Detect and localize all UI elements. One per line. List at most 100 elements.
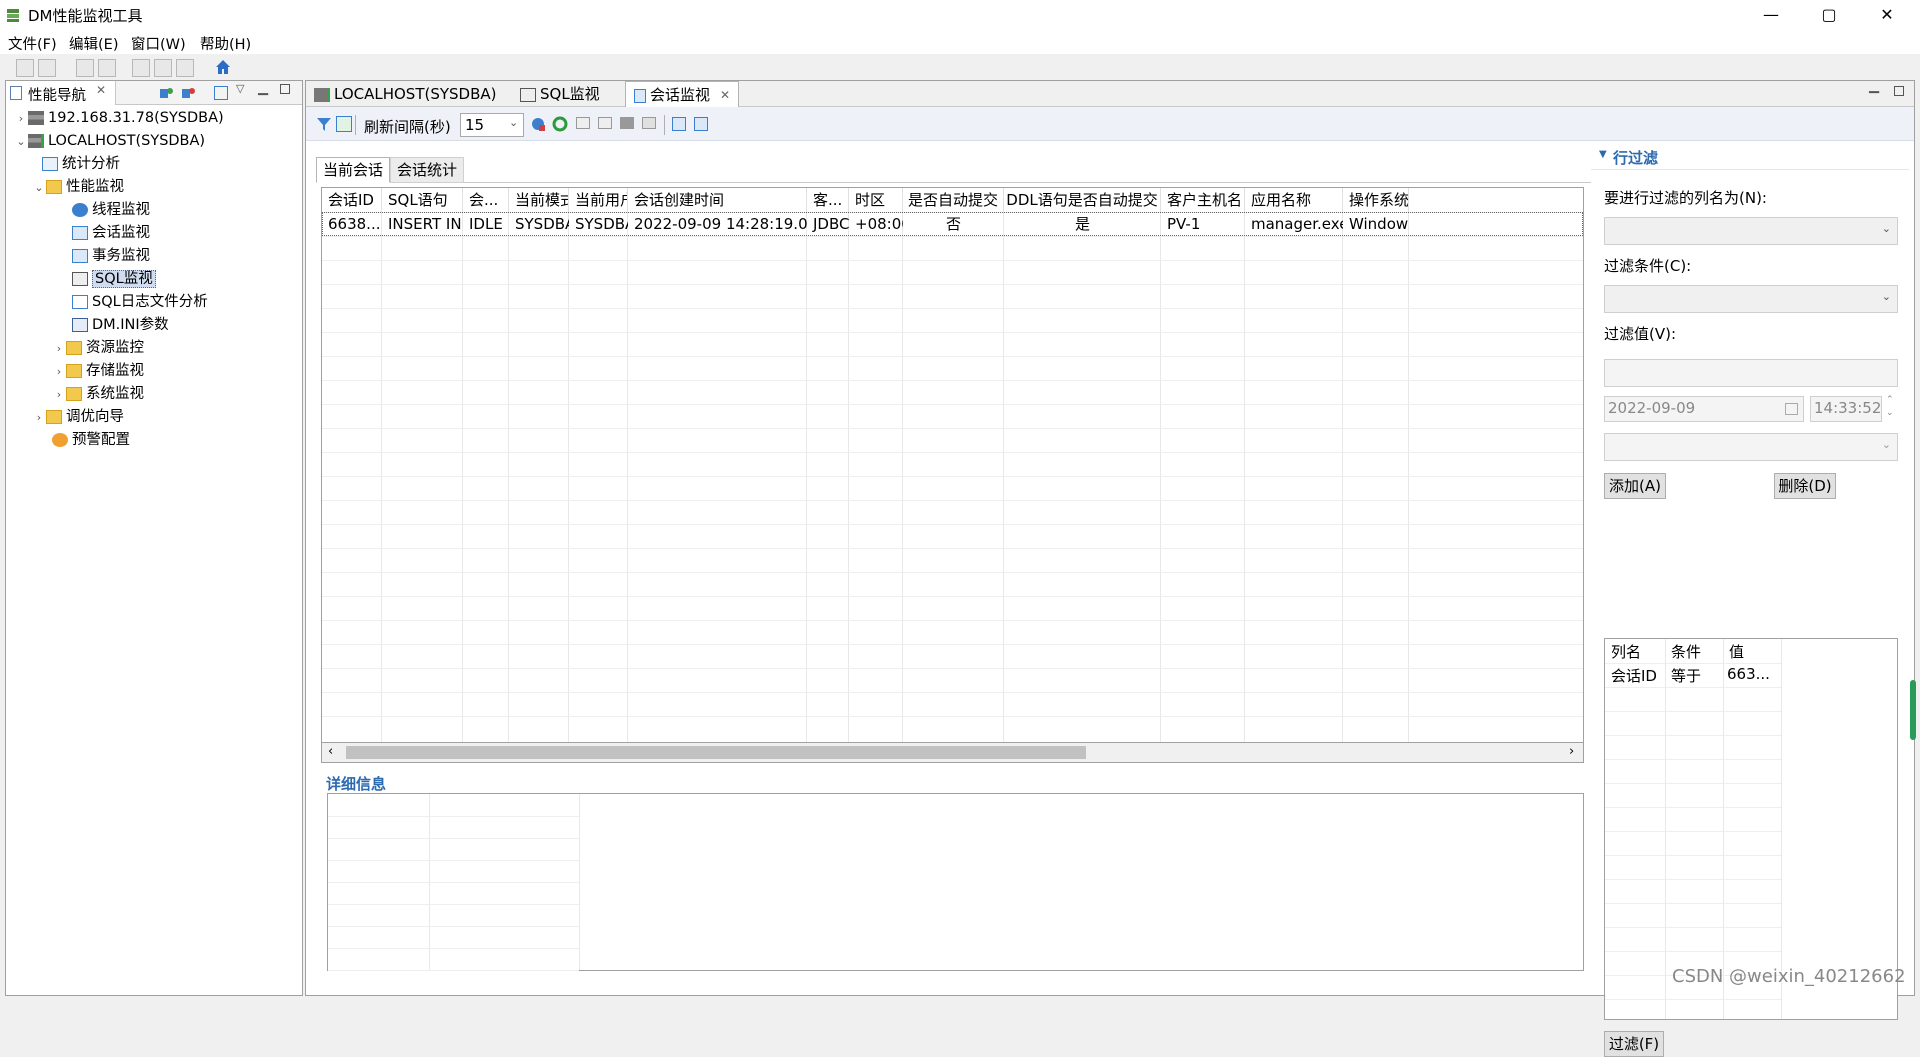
- column-header[interactable]: 是否自动提交: [903, 188, 1004, 212]
- tab-session-monitor[interactable]: 会话监视 ✕: [625, 81, 739, 107]
- tree-item-sql-log-analysis[interactable]: SQL日志文件分析: [72, 291, 208, 314]
- column-header[interactable]: 操作系统: [1343, 188, 1409, 212]
- chevron-right-icon[interactable]: ›: [52, 337, 66, 360]
- nav-tabbar: 性能导航 ✕ ▽ ▁: [6, 81, 302, 105]
- column-header[interactable]: DDL语句是否自动提交: [1004, 188, 1161, 212]
- refresh-interval-label: 刷新间隔(秒): [364, 118, 451, 136]
- save-all-icon[interactable]: [38, 59, 56, 77]
- column-header[interactable]: 应用名称: [1245, 188, 1343, 212]
- column-header[interactable]: 会话创建时间: [628, 188, 807, 212]
- tree-item-alert-config[interactable]: 预警配置: [52, 429, 130, 452]
- export-all-icon[interactable]: [694, 117, 708, 131]
- tree-item-localhost[interactable]: ⌄ LOCALHOST(SYSDBA): [14, 130, 205, 153]
- menu-edit[interactable]: 编辑(E): [69, 33, 118, 54]
- menu-file[interactable]: 文件(F): [8, 33, 57, 54]
- column-header[interactable]: 会话ID: [322, 188, 382, 212]
- calendar-icon[interactable]: [1785, 403, 1798, 415]
- home-icon[interactable]: [214, 58, 232, 76]
- maximize-view-icon[interactable]: [1894, 86, 1904, 96]
- value-input[interactable]: [1604, 359, 1898, 387]
- refresh-interval-select[interactable]: 15 ⌄: [460, 113, 524, 137]
- chevron-right-icon[interactable]: ›: [52, 360, 66, 383]
- paste-icon[interactable]: [176, 59, 194, 77]
- tab-localhost[interactable]: LOCALHOST(SYSDBA): [306, 81, 512, 107]
- tree-item-performance-monitor[interactable]: ⌄ 性能监视: [32, 176, 124, 199]
- connect-icon[interactable]: [158, 86, 174, 100]
- minimize-view-icon[interactable]: ▁: [258, 81, 268, 96]
- time-picker[interactable]: 14:33:52: [1810, 396, 1882, 422]
- column-header[interactable]: 时区: [849, 188, 903, 212]
- tree-item-thread-monitor[interactable]: 线程监视: [72, 199, 150, 222]
- column-select[interactable]: ⌄: [1604, 217, 1898, 245]
- cut-icon[interactable]: [132, 59, 150, 77]
- chevron-right-icon[interactable]: ›: [52, 383, 66, 406]
- redo-icon[interactable]: [98, 59, 116, 77]
- scroll-left-icon[interactable]: ‹: [328, 744, 333, 759]
- close-icon[interactable]: ✕: [720, 82, 730, 108]
- checklist-icon[interactable]: [336, 116, 352, 132]
- delete-button[interactable]: 删除(D): [1774, 473, 1836, 499]
- menu-window[interactable]: 窗口(W): [131, 33, 186, 54]
- disconnect-icon[interactable]: [180, 86, 196, 100]
- column-header[interactable]: 客户主机名: [1161, 188, 1245, 212]
- table-icon[interactable]: [642, 117, 656, 129]
- tab-sql-monitor[interactable]: SQL监视: [512, 81, 612, 107]
- refresh-icon[interactable]: [552, 116, 568, 132]
- column-header[interactable]: 会...: [463, 188, 509, 212]
- edit-icon[interactable]: [214, 86, 228, 100]
- chevron-right-icon[interactable]: ›: [14, 107, 28, 130]
- tab-performance-nav[interactable]: 性能导航 ✕: [6, 81, 116, 105]
- time-spinner-icon[interactable]: ⌃ ⌄: [1886, 394, 1894, 420]
- tree-item-storage-monitor[interactable]: › 存储监视: [52, 360, 144, 383]
- time-value: 14:33:52: [1814, 399, 1882, 417]
- tree-item-statistics[interactable]: 统计分析: [42, 153, 120, 176]
- column-header[interactable]: 当前用户: [569, 188, 628, 212]
- tree-item-system-monitor[interactable]: › 系统监视: [52, 383, 144, 406]
- export-icon[interactable]: [672, 117, 686, 131]
- stop-refresh-icon[interactable]: [530, 116, 546, 132]
- tree-item-transaction-monitor[interactable]: 事务监视: [72, 245, 150, 268]
- tree-item-tuning-wizard[interactable]: › 调优向导: [32, 406, 124, 429]
- tree-item-dm-ini[interactable]: DM.INI参数: [72, 314, 169, 337]
- menu-help[interactable]: 帮助(H): [200, 33, 251, 54]
- minimize-button[interactable]: —: [1742, 0, 1800, 30]
- filter-icon[interactable]: [316, 116, 332, 132]
- apply-filter-button[interactable]: 过滤(F): [1604, 1031, 1664, 1057]
- chevron-down-icon[interactable]: ⌄: [32, 176, 46, 199]
- add-button[interactable]: 添加(A): [1604, 473, 1666, 499]
- column-header[interactable]: SQL语句: [382, 188, 463, 212]
- detail-icon[interactable]: [576, 117, 590, 129]
- tree-item-resource-monitor[interactable]: › 资源监控: [52, 337, 144, 360]
- copy-icon[interactable]: [154, 59, 172, 77]
- sql-view-icon[interactable]: [598, 117, 612, 129]
- chevron-right-icon[interactable]: ›: [32, 406, 46, 429]
- scroll-right-icon[interactable]: ›: [1569, 744, 1574, 759]
- date-picker[interactable]: 2022-09-09: [1604, 396, 1804, 422]
- view-menu-icon[interactable]: ▽: [236, 82, 244, 95]
- kill-session-icon[interactable]: [620, 117, 634, 129]
- tree-item-sql-monitor[interactable]: SQL监视: [72, 268, 156, 291]
- close-button[interactable]: ✕: [1858, 0, 1916, 30]
- maximize-button[interactable]: ▢: [1800, 0, 1858, 30]
- tab-session-statistics[interactable]: 会话统计: [390, 157, 465, 183]
- value-select[interactable]: ⌄: [1604, 433, 1898, 461]
- horizontal-scrollbar[interactable]: ‹ ›: [321, 743, 1584, 763]
- session-table[interactable]: 会话IDSQL语句会...当前模式当前用户会话创建时间客...时区是否自动提交D…: [321, 187, 1584, 743]
- chevron-down-icon[interactable]: ⌄: [14, 130, 28, 153]
- outer-scrollbar-thumb[interactable]: [1910, 680, 1916, 740]
- undo-icon[interactable]: [76, 59, 94, 77]
- scrollbar-thumb[interactable]: [346, 746, 1086, 759]
- tree-item-session-monitor[interactable]: 会话监视: [72, 222, 150, 245]
- filter-conditions-table[interactable]: 列名 条件 值 会话ID 等于 663...: [1604, 638, 1898, 1020]
- detail-table[interactable]: [327, 793, 1584, 971]
- collapse-icon[interactable]: ▼: [1599, 149, 1607, 160]
- condition-select[interactable]: ⌄: [1604, 285, 1898, 313]
- save-icon[interactable]: [16, 59, 34, 77]
- maximize-view-icon[interactable]: [280, 84, 290, 94]
- column-header[interactable]: 客...: [807, 188, 849, 212]
- minimize-view-icon[interactable]: ▁: [1869, 79, 1879, 94]
- tree-item-remote-server[interactable]: › 192.168.31.78(SYSDBA): [14, 107, 224, 130]
- tab-current-sessions[interactable]: 当前会话: [316, 157, 391, 183]
- column-header[interactable]: 当前模式: [509, 188, 569, 212]
- close-icon[interactable]: ✕: [96, 83, 106, 97]
